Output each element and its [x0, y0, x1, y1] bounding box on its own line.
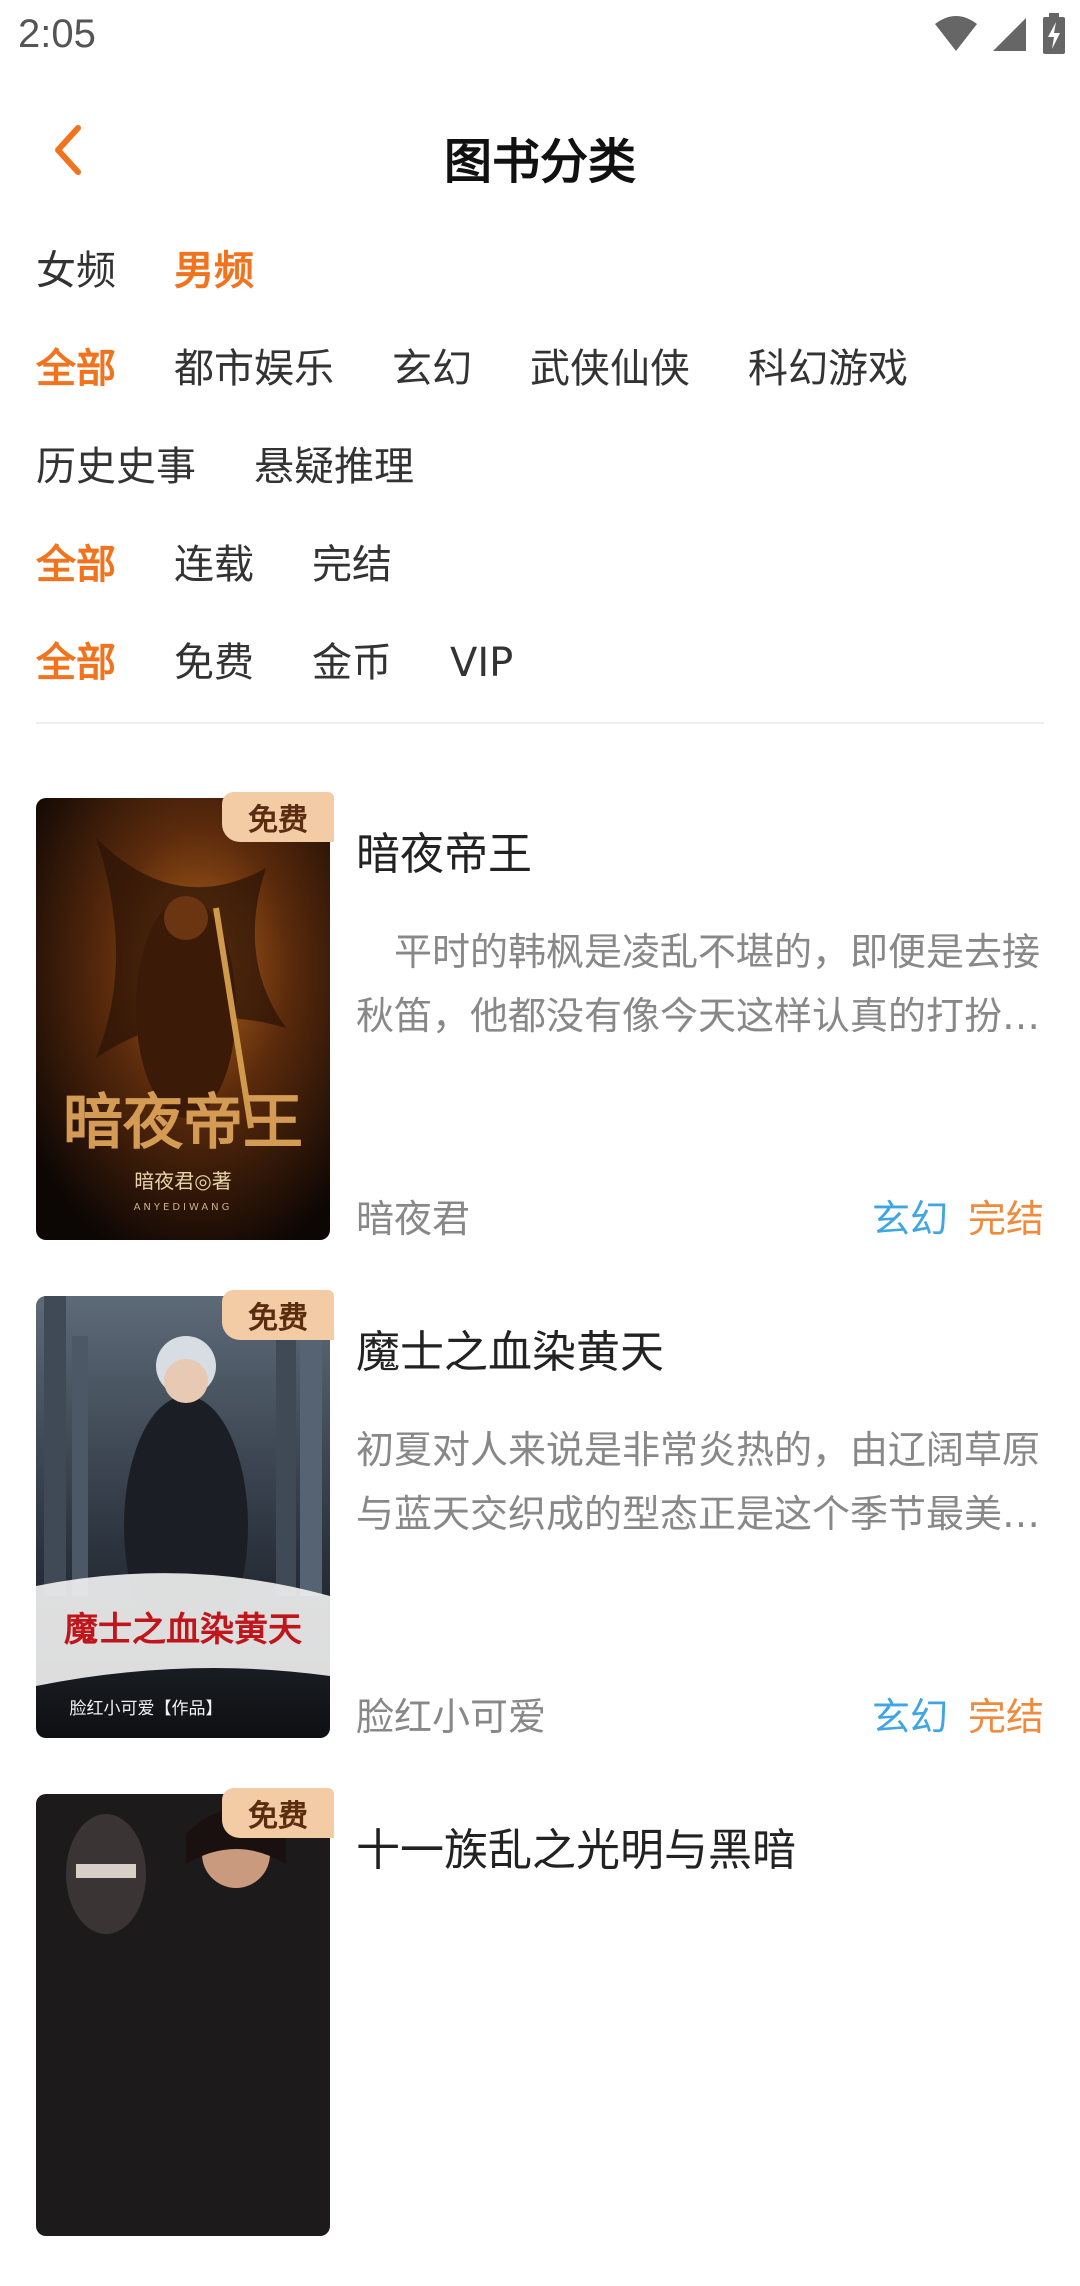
book-description: 平时的韩枫是凌乱不堪的，即便是去接秋笛，他都没有像今天这样认真的打扮过。 — [356, 930, 1041, 1038]
book-cover: 暗夜帝王 暗夜君◎著 ANYEDIWANG — [36, 798, 330, 1240]
filter-category-all[interactable]: 全部 — [36, 320, 116, 418]
divider — [36, 722, 1044, 724]
genre-tag: 玄幻 — [871, 1197, 948, 1241]
status-filter-row: 全部 连载 完结 — [36, 516, 1044, 614]
book-title: 魔士之血染黄天 — [356, 1327, 664, 1378]
price-filter-row: 全部 免费 金币 VIP — [36, 614, 1044, 712]
book-author: 脸红小可爱 — [356, 1695, 547, 1739]
filter-category-wuxia[interactable]: 武侠仙侠 — [530, 320, 690, 418]
wifi-icon — [935, 16, 977, 51]
filter-panel: 女频 男频 全部 都市娱乐 玄幻 武侠仙侠 科幻游戏 历史史事 悬疑推理 全部 … — [36, 222, 1044, 712]
filter-category-urban[interactable]: 都市娱乐 — [174, 320, 334, 418]
category-filter-row: 全部 都市娱乐 玄幻 武侠仙侠 科幻游戏 历史史事 悬疑推理 — [36, 320, 1044, 516]
status-bar: 2:05 — [0, 0, 1080, 75]
status-time: 2:05 — [18, 12, 96, 56]
filter-status-completed[interactable]: 完结 — [312, 516, 392, 614]
filter-category-history[interactable]: 历史史事 — [36, 418, 196, 516]
filter-price-vip[interactable]: VIP — [450, 614, 513, 712]
gender-filter-row: 女频 男频 — [36, 222, 1044, 320]
book-description: 初夏对人来说是非常炎热的，由辽阔草原与蓝天交织成的型态正是这个季节最美的风景。 — [356, 1428, 1041, 1536]
free-badge: 免费 — [222, 1788, 334, 1838]
filter-gender-female[interactable]: 女频 — [36, 222, 116, 320]
book-cover — [36, 1794, 330, 2236]
page-title: 图书分类 — [443, 134, 636, 190]
filter-price-free[interactable]: 免费 — [174, 614, 254, 712]
book-list: 暗夜帝王 暗夜君◎著 ANYEDIWANG 免费 暗夜帝王 平时的韩枫是凌乱不堪… — [0, 792, 1080, 2286]
book-item[interactable]: 暗夜帝王 暗夜君◎著 ANYEDIWANG 免费 暗夜帝王 平时的韩枫是凌乱不堪… — [0, 792, 1080, 1290]
book-title: 十一族乱之光明与黑暗 — [356, 1825, 796, 1876]
status-tag: 完结 — [967, 1695, 1044, 1739]
free-badge: 免费 — [222, 792, 334, 842]
book-item[interactable]: 免费 十一族乱之光明与黑暗 — [0, 1788, 1080, 2286]
filter-category-scifi[interactable]: 科幻游戏 — [748, 320, 908, 418]
filter-category-fantasy[interactable]: 玄幻 — [392, 320, 472, 418]
book-author: 暗夜君 — [356, 1197, 471, 1241]
cover-sub-text: ANYEDIWANG — [134, 1202, 233, 1213]
filter-price-all[interactable]: 全部 — [36, 614, 116, 712]
filter-gender-male[interactable]: 男频 — [174, 222, 254, 320]
header: 图书分类 — [0, 100, 1080, 200]
book-item[interactable]: 魔士之血染黄天 脸红小可爱【作品】 免费 魔士之血染黄天 初夏对人来说是非常炎热… — [0, 1290, 1080, 1788]
genre-tag: 玄幻 — [871, 1695, 948, 1739]
filter-status-serializing[interactable]: 连载 — [174, 516, 254, 614]
cover-author-text: 脸红小可爱【作品】 — [70, 1699, 223, 1719]
filter-price-coins[interactable]: 金币 — [312, 614, 392, 712]
book-tags: 玄幻 完结 — [872, 1686, 1044, 1741]
cover-title-text: 暗夜帝王 — [63, 1088, 303, 1158]
cover-author-text: 暗夜君◎著 — [134, 1169, 231, 1193]
filter-status-all[interactable]: 全部 — [36, 516, 116, 614]
book-title: 暗夜帝王 — [356, 829, 532, 880]
filter-category-mystery[interactable]: 悬疑推理 — [254, 418, 414, 516]
battery-icon — [1043, 13, 1065, 54]
free-badge: 免费 — [222, 1290, 334, 1340]
book-tags: 玄幻 完结 — [872, 1188, 1044, 1243]
status-icons — [934, 12, 1066, 56]
cover-title-text: 魔士之血染黄天 — [64, 1610, 302, 1650]
status-tag: 完结 — [967, 1197, 1044, 1241]
book-cover: 魔士之血染黄天 脸红小可爱【作品】 — [36, 1296, 330, 1738]
signal-icon — [993, 18, 1026, 51]
